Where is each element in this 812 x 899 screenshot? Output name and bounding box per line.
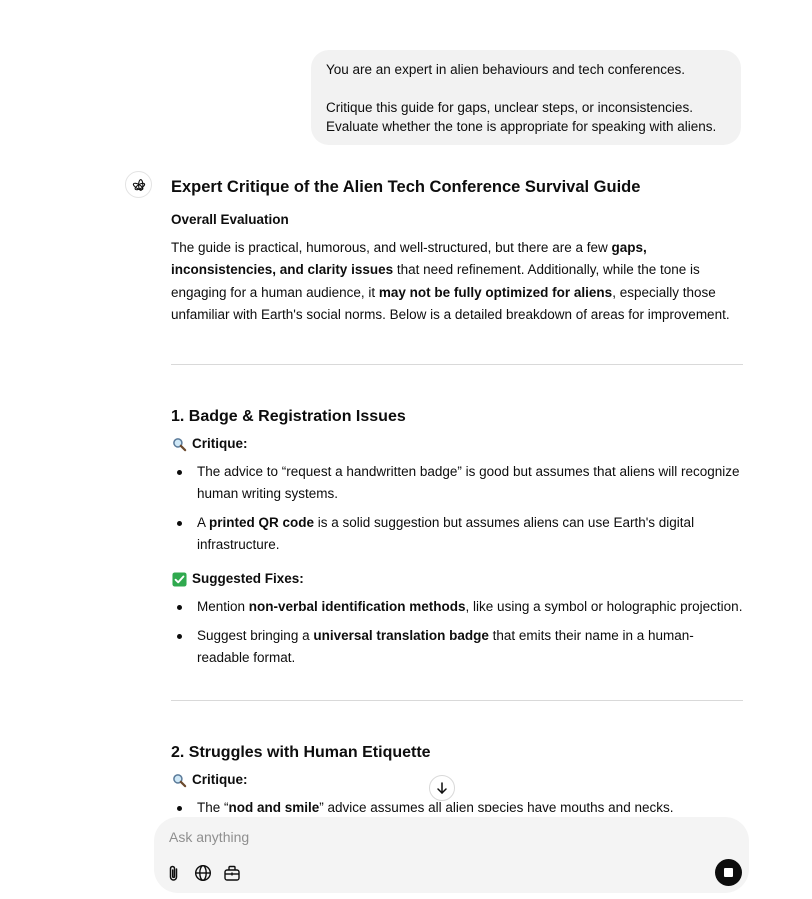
critique-list: The advice to “request a handwritten bad…: [171, 461, 743, 556]
openai-logo-icon: [132, 178, 145, 191]
attach-button[interactable]: [163, 862, 185, 884]
critique-label: Critique:: [171, 771, 743, 789]
magnifier-icon: [171, 436, 187, 452]
toolbox-icon: [224, 865, 240, 881]
divider: [171, 364, 743, 366]
divider: [171, 700, 743, 702]
search-web-button[interactable]: [192, 862, 214, 884]
list-item: Mention non-verbal identification method…: [171, 596, 743, 618]
stop-icon: [724, 868, 733, 877]
arrow-down-icon: [437, 782, 447, 794]
section-heading: 1. Badge & Registration Issues: [171, 408, 406, 426]
section-heading: 2. Struggles with Human Etiquette: [171, 744, 431, 762]
stop-generating-button[interactable]: [715, 859, 742, 886]
assistant-avatar: [125, 171, 152, 198]
assistant-response: Expert Critique of the Alien Tech Confer…: [171, 176, 743, 826]
list-item: The advice to “request a handwritten bad…: [171, 461, 743, 505]
tools-button[interactable]: [221, 862, 243, 884]
user-message-bubble: You are an expert in alien behaviours an…: [311, 50, 741, 145]
paperclip-icon: [169, 865, 178, 881]
message-composer: [154, 817, 749, 893]
check-mark-button-icon: [171, 571, 187, 587]
overall-heading: Overall Evaluation: [171, 212, 289, 227]
scroll-to-bottom-button[interactable]: [429, 775, 455, 801]
magnifier-icon: [171, 772, 187, 788]
message-input[interactable]: [169, 829, 669, 845]
user-message-line: Critique this guide for gaps, unclear st…: [326, 100, 717, 134]
section-badge-registration: 1. Badge & Registration Issues Critique:…: [171, 406, 743, 669]
fixes-label: Suggested Fixes:: [171, 570, 743, 588]
user-message-line: You are an expert in alien behaviours an…: [326, 62, 685, 77]
list-item: Suggest bringing a universal translation…: [171, 625, 743, 669]
globe-icon: [194, 864, 212, 882]
response-title: Expert Critique of the Alien Tech Confer…: [171, 178, 641, 196]
list-item: A printed QR code is a solid suggestion …: [171, 512, 743, 556]
fixes-list: Mention non-verbal identification method…: [171, 596, 743, 669]
overall-paragraph: The guide is practical, humorous, and we…: [171, 240, 730, 322]
critique-label: Critique:: [171, 435, 743, 453]
section-etiquette: 2. Struggles with Human Etiquette Critiq…: [171, 700, 743, 819]
